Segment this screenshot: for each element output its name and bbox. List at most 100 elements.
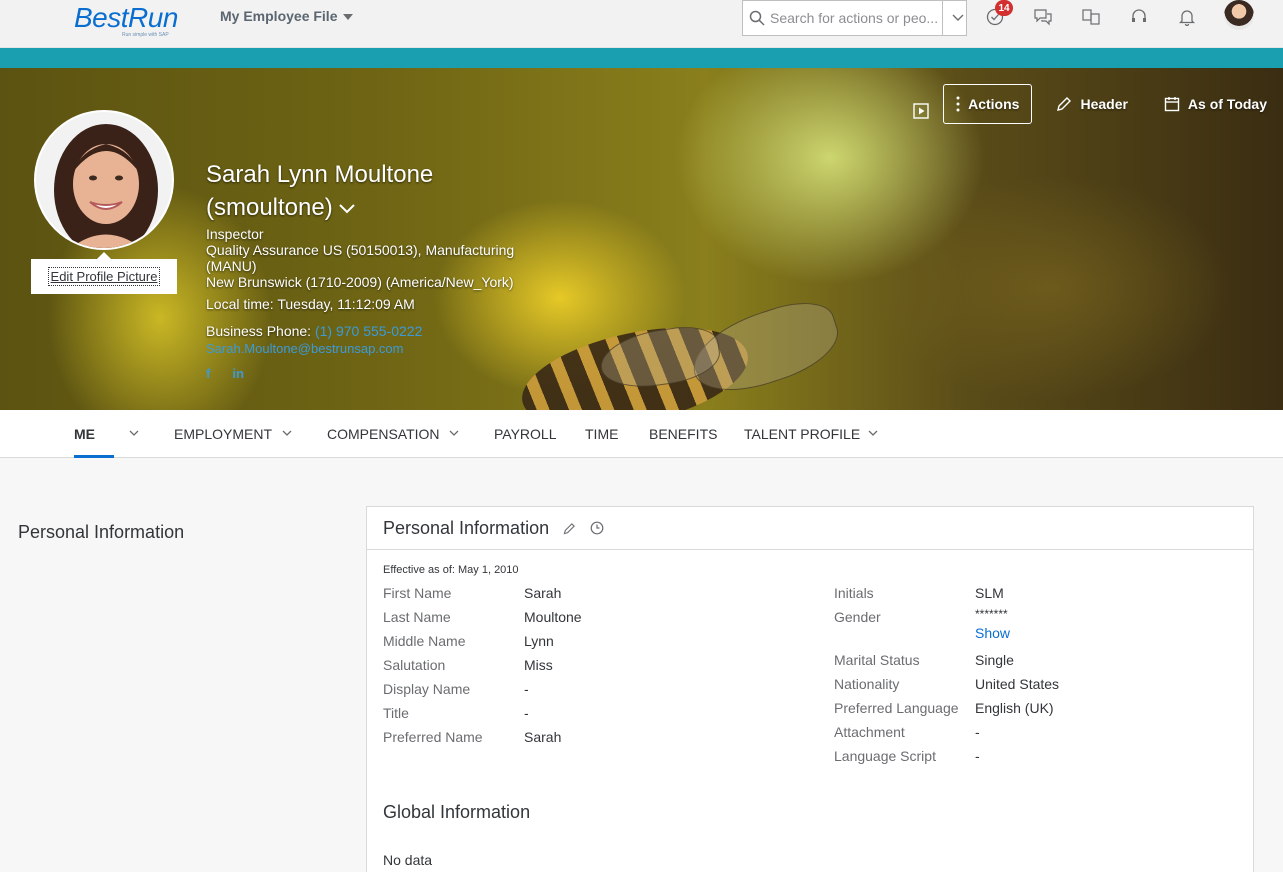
bestrun-logo[interactable]: BestRun Run simple with SAP	[74, 2, 178, 42]
social-links: f in	[206, 366, 526, 381]
tab-label: TIME	[585, 426, 619, 442]
tab-me[interactable]: ME	[74, 410, 95, 458]
tab-employment[interactable]: EMPLOYMENT	[174, 410, 272, 458]
teal-accent-bar	[0, 48, 1283, 68]
caret-down-icon	[343, 14, 354, 20]
field-label: Marital Status	[834, 652, 920, 668]
headset-icon	[1132, 9, 1146, 22]
employee-username-row[interactable]: (smoultone)	[206, 191, 526, 224]
user-avatar[interactable]	[1224, 0, 1254, 30]
preferred-name-value: Sarah	[524, 729, 562, 745]
last-name-value: Moultone	[524, 609, 582, 625]
chevron-down-icon[interactable]	[449, 430, 459, 437]
tab-talent-profile[interactable]: TALENT PROFILE	[744, 410, 860, 458]
email-link[interactable]: Sarah.Moultone@bestrunsap.com	[206, 341, 526, 356]
field-label: First Name	[383, 585, 452, 601]
chevron-down-icon	[339, 203, 355, 214]
global-information-title: Global Information	[383, 802, 531, 822]
employee-username: (smoultone)	[206, 194, 333, 221]
chevron-down-icon	[952, 14, 963, 21]
initials-value: SLM	[975, 585, 1004, 601]
logo-text: BestRun	[74, 2, 178, 33]
play-video-icon[interactable]	[913, 103, 929, 119]
field-label: Salutation	[383, 657, 446, 673]
personal-information-card: Personal Information Effective as of: Ma…	[366, 506, 1254, 872]
pencil-icon	[1057, 97, 1072, 111]
org-chart-button[interactable]	[1077, 6, 1105, 28]
search-icon	[749, 10, 765, 26]
display-name-value: -	[524, 681, 529, 697]
edit-profile-picture-link[interactable]: Edit Profile Picture	[47, 267, 161, 286]
field-label: Gender	[834, 609, 881, 625]
module-title: My Employee File	[220, 8, 338, 24]
bell-icon	[1179, 10, 1195, 26]
department: Quality Assurance US (50150013), Manufac…	[206, 242, 515, 274]
section-tabs: ME EMPLOYMENT COMPENSATION PAYROLL TIME …	[0, 410, 1283, 458]
tab-compensation[interactable]: COMPENSATION	[327, 410, 440, 458]
logo-tagline: Run simple with SAP	[122, 32, 169, 38]
field-label: Display Name	[383, 681, 471, 697]
header-label: Header	[1080, 96, 1128, 112]
as-of-today-label: As of Today	[1187, 96, 1267, 112]
field-label: Preferred Name	[383, 729, 483, 745]
edit-button[interactable]	[563, 522, 576, 535]
profile-photo-image	[36, 112, 172, 248]
tab-payroll[interactable]: PAYROLL	[494, 410, 557, 458]
discussions-button[interactable]	[1029, 6, 1057, 28]
tab-benefits[interactable]: BENEFITS	[649, 410, 717, 458]
profile-header: Edit Profile Picture Sarah Lynn Moultone…	[0, 68, 1283, 410]
no-data-text: No data	[383, 852, 433, 868]
field-label: Last Name	[383, 609, 451, 625]
notifications-button[interactable]	[1173, 6, 1201, 28]
field-label: Nationality	[834, 676, 900, 692]
local-time: Local time: Tuesday, 11:12:09 AM	[206, 296, 415, 312]
search-input[interactable]	[770, 10, 938, 26]
attachment-value: -	[975, 724, 980, 740]
chevron-down-icon[interactable]	[868, 430, 878, 437]
facebook-icon[interactable]: f	[206, 366, 210, 381]
language-script-value: -	[975, 748, 980, 764]
field-label: Preferred Language	[834, 700, 959, 716]
search-scope-dropdown[interactable]	[942, 1, 966, 35]
employee-name-line1: Sarah Lynn Moultone	[206, 161, 434, 188]
active-tab-indicator	[74, 455, 114, 458]
shell-bar: BestRun Run simple with SAP My Employee …	[0, 0, 1283, 48]
calendar-icon	[1164, 97, 1180, 112]
title-value: -	[524, 705, 529, 721]
profile-photo[interactable]	[34, 110, 174, 250]
search-box[interactable]	[742, 0, 967, 36]
tab-label: COMPENSATION	[327, 426, 440, 442]
field-label: Attachment	[834, 724, 905, 740]
todo-button[interactable]: 14	[981, 0, 1013, 28]
marital-status-value: Single	[975, 652, 1014, 668]
job-info: Inspector Quality Assurance US (50150013…	[206, 226, 526, 290]
chevron-down-icon[interactable]	[129, 430, 139, 437]
gender-masked-value: *******	[975, 607, 1008, 621]
todo-badge: 14	[995, 0, 1013, 16]
help-button[interactable]	[1125, 6, 1153, 28]
effective-date: Effective as of: May 1, 2010	[383, 564, 519, 576]
vertical-dots-icon	[956, 96, 960, 112]
job-title: Inspector	[206, 226, 264, 242]
field-label: Initials	[834, 585, 874, 601]
as-of-today-button[interactable]: As of Today	[1152, 84, 1283, 124]
header-button[interactable]: Header	[1044, 84, 1139, 124]
gender-show-link[interactable]: Show	[975, 625, 1010, 641]
tab-label: PAYROLL	[494, 426, 557, 442]
card-title: Personal Information	[383, 517, 550, 538]
edit-profile-picture-popover: Edit Profile Picture	[31, 252, 177, 294]
history-button[interactable]	[590, 521, 604, 535]
section-nav-title[interactable]: Personal Information	[18, 522, 184, 543]
salutation-value: Miss	[524, 657, 553, 673]
phone-link[interactable]: (1) 970 555-0222	[315, 323, 422, 339]
tab-time[interactable]: TIME	[585, 410, 618, 458]
first-name-value: Sarah	[524, 585, 562, 601]
tab-label: EMPLOYMENT	[174, 426, 273, 442]
actions-button[interactable]: Actions	[943, 84, 1033, 124]
field-label: Middle Name	[383, 633, 466, 649]
location: New Brunswick (1710-2009) (America/New_Y…	[206, 274, 514, 290]
chevron-down-icon[interactable]	[282, 430, 292, 437]
module-selector[interactable]: My Employee File	[220, 8, 354, 24]
linkedin-icon[interactable]: in	[232, 366, 244, 381]
card-header: Personal Information	[367, 507, 1253, 550]
